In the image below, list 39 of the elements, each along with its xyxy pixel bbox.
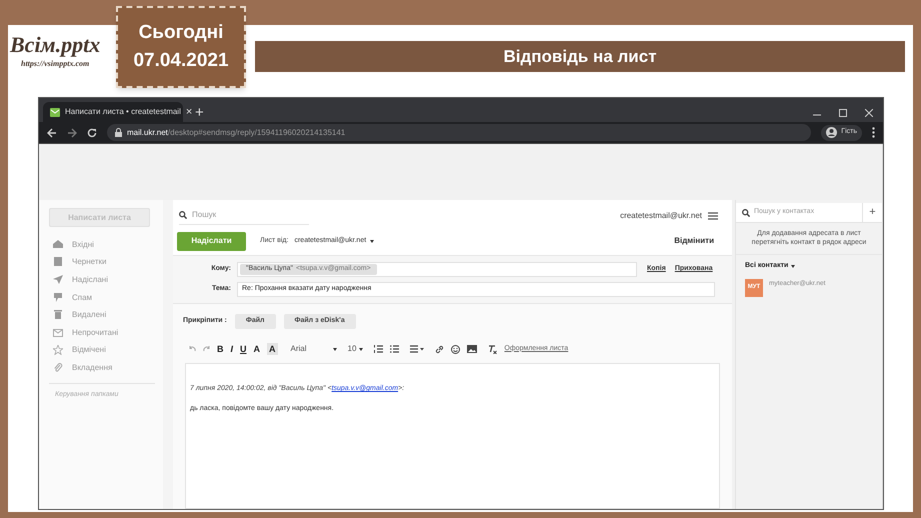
align-icon[interactable] <box>410 345 424 353</box>
logo-url: https://vsimpptx.com <box>21 58 90 70</box>
font-dropdown[interactable]: Arial <box>290 343 337 355</box>
more-icon[interactable] <box>872 127 875 138</box>
clear-format-icon[interactable] <box>488 344 498 354</box>
format-button[interactable]: A <box>267 343 278 355</box>
smiley-icon[interactable] <box>451 344 460 354</box>
slide-title: Відповідь на лист <box>503 46 657 68</box>
image-icon[interactable] <box>467 345 478 353</box>
lock-icon <box>115 128 122 137</box>
date-text: 07.04.2021 <box>133 50 229 72</box>
bullet-list-icon[interactable] <box>390 345 400 353</box>
format-button[interactable]: A <box>254 343 260 355</box>
format-button[interactable]: U <box>240 343 247 355</box>
link-icon[interactable] <box>435 344 444 354</box>
close-icon[interactable] <box>865 109 873 117</box>
back-icon[interactable] <box>47 128 57 138</box>
menu-icon[interactable] <box>708 212 718 220</box>
new-tab-button[interactable]: + <box>195 105 204 120</box>
search-icon <box>742 208 750 216</box>
close-icon[interactable]: × <box>186 106 192 118</box>
format-button[interactable]: B <box>217 343 224 355</box>
add-contact-button[interactable]: + <box>862 203 882 222</box>
search-icon <box>179 211 187 219</box>
maximize-icon[interactable] <box>839 109 847 117</box>
address-field[interactable]: mail.ukr.net/desktop#sendmsg/reply/15941196020214135141 <box>107 124 812 141</box>
tab-title: Написати листа • createtestmail <box>65 106 181 118</box>
forward-icon[interactable] <box>67 128 77 138</box>
reload-icon[interactable] <box>87 128 97 138</box>
mail-icon <box>50 108 60 116</box>
date-label: Сьогодні <box>138 22 224 44</box>
format-button[interactable]: I <box>230 343 234 355</box>
size-dropdown[interactable]: 10 <box>348 343 364 355</box>
cancel-link[interactable]: Відмінити <box>674 235 714 247</box>
account-email: createtestmail@ukr.net <box>620 210 702 222</box>
numbered-list-icon[interactable] <box>374 345 384 353</box>
logo-title: Всім.pptx <box>10 32 100 58</box>
url-text: mail.ukr.net/desktop#sendmsg/reply/15941196020214135141 <box>127 126 346 138</box>
person-icon <box>826 127 838 138</box>
